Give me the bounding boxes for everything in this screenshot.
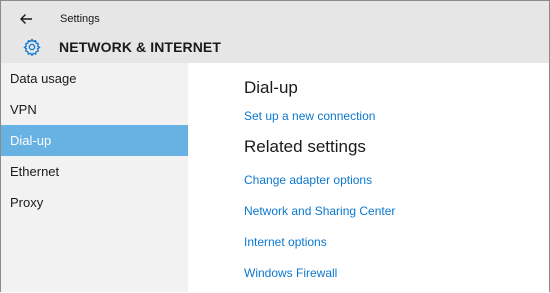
sidebar-item-ethernet[interactable]: Ethernet bbox=[1, 156, 188, 187]
content-area: Data usage VPN Dial-up Ethernet Proxy Di… bbox=[1, 63, 549, 292]
page-title: NETWORK & INTERNET bbox=[59, 39, 222, 55]
settings-window: Settings NETWORK & INTERNET Data usage V… bbox=[0, 0, 550, 292]
windows-firewall-link[interactable]: Windows Firewall bbox=[244, 266, 337, 280]
change-adapter-options-link[interactable]: Change adapter options bbox=[244, 173, 372, 187]
internet-options-link[interactable]: Internet options bbox=[244, 235, 327, 249]
main-panel: Dial-up Set up a new connection Related … bbox=[244, 63, 549, 292]
sidebar-item-proxy[interactable]: Proxy bbox=[1, 187, 188, 218]
sidebar-item-data-usage[interactable]: Data usage bbox=[1, 63, 188, 94]
setup-connection-link[interactable]: Set up a new connection bbox=[244, 109, 375, 123]
sidebar-item-dial-up[interactable]: Dial-up bbox=[1, 125, 188, 156]
back-button[interactable] bbox=[15, 10, 37, 28]
section-heading-dial-up: Dial-up bbox=[244, 78, 298, 97]
window-title: Settings bbox=[60, 13, 100, 25]
sidebar-item-vpn[interactable]: VPN bbox=[1, 94, 188, 125]
sidebar: Data usage VPN Dial-up Ethernet Proxy bbox=[1, 63, 188, 292]
related-settings-heading: Related settings bbox=[244, 137, 366, 156]
network-sharing-center-link[interactable]: Network and Sharing Center bbox=[244, 204, 395, 218]
gear-icon bbox=[23, 38, 41, 56]
back-arrow-icon bbox=[20, 14, 32, 24]
page-header: NETWORK & INTERNET bbox=[23, 38, 221, 56]
title-bar: Settings NETWORK & INTERNET bbox=[1, 1, 549, 63]
